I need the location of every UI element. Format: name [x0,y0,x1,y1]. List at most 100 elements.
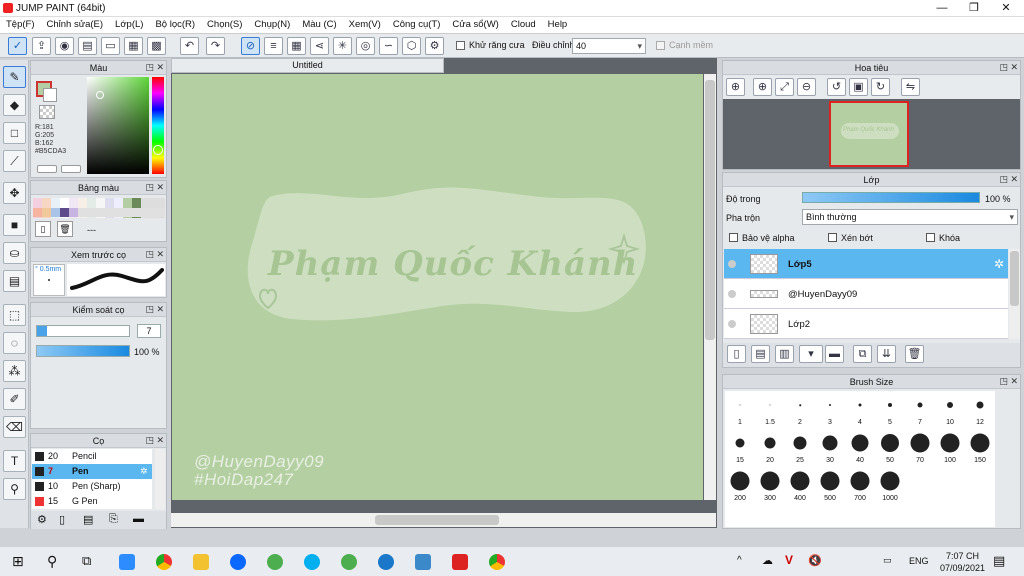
notification-icon[interactable]: ▤ [993,553,1005,569]
curve-icon[interactable]: ∽ [379,37,398,55]
delete-palette-icon[interactable]: 🗑 [57,221,73,237]
panel-close-icon[interactable]: ◳ ✕ [145,249,164,260]
close-button[interactable]: ✕ [990,0,1022,17]
antialias-checkbox[interactable] [456,41,465,50]
zoom-out-icon[interactable]: ⊖ [797,78,816,96]
menu-help[interactable]: Help [542,17,574,33]
brush-size-cell[interactable]: 100 [935,429,965,466]
merge-layer-icon[interactable]: ⇊ [877,345,896,363]
skype-icon[interactable] [304,554,320,570]
radial-icon[interactable]: ✳ [333,37,352,55]
grid-ruler-icon[interactable]: ▦ [287,37,306,55]
layer-opacity-slider[interactable] [802,192,980,203]
canvas-vscrollbar[interactable] [704,74,716,500]
brush-size-cell[interactable]: 300 [755,467,785,504]
delete-layer-icon[interactable]: 🗑 [905,345,924,363]
brush-size-cell[interactable]: 150 [965,429,995,466]
reset-icon[interactable]: ▣ [849,78,868,96]
polygon-icon[interactable]: ⬡ [402,37,421,55]
chrome-icon[interactable] [156,554,172,570]
rect-select-tool-icon[interactable]: □ [3,122,26,144]
folder-icon[interactable]: ▬ [825,345,844,363]
brush-size-cell[interactable]: 7 [905,391,935,428]
select-eraser-icon[interactable]: ⌫ [3,416,26,438]
select-pen-icon[interactable]: ✐ [3,388,26,410]
brush-size-cell[interactable]: 40 [845,429,875,466]
menu-view[interactable]: Xem(V) [343,17,387,33]
brush-size-cell[interactable]: 25 [785,429,815,466]
palette-menu[interactable]: --- [87,225,96,235]
restore-button[interactable]: ❐ [958,0,990,17]
app-icon[interactable] [267,554,283,570]
panel-close-icon[interactable]: ◳ ✕ [145,62,164,73]
gradient-tool-icon[interactable]: ▤ [3,270,26,292]
new-layer-8bit-icon[interactable]: ▤ [751,345,770,363]
magic-wand-icon[interactable]: ⁂ [3,360,26,382]
lasso-tool-icon[interactable]: ◌ [3,332,26,354]
copy-brush-icon[interactable]: ⎘ [109,513,118,526]
network-icon[interactable]: ▭ [883,555,892,566]
visibility-icon[interactable] [728,290,736,298]
panel-close-icon[interactable]: ◳ ✕ [999,174,1018,185]
zoom-in-icon[interactable]: ⊕ [726,78,745,96]
layer-row[interactable]: Lớp2 [724,309,1008,339]
zoom-in-2-icon[interactable]: ⊕ [753,78,772,96]
menu-capture[interactable]: Chụp(N) [248,17,296,33]
navigator-view[interactable]: Phạm Quốc Khánh [723,99,1020,169]
panel-close-icon[interactable]: ◳ ✕ [999,376,1018,387]
rotate-left-icon[interactable]: ↺ [827,78,846,96]
concentric-icon[interactable]: ◎ [356,37,375,55]
panel-close-icon[interactable]: ◳ ✕ [999,62,1018,73]
layer-scrollbar[interactable] [1009,249,1020,339]
menu-tools[interactable]: Công cụ(T) [387,17,447,33]
menu-cloud[interactable]: Cloud [505,17,542,33]
navigator-thumbnail[interactable]: Phạm Quốc Khánh [829,101,909,167]
brush-size-cell[interactable]: 15 [725,429,755,466]
visibility-icon[interactable] [728,260,736,268]
chevron-up-icon[interactable]: ^ [737,555,742,566]
folder-icon[interactable]: ▬ [133,513,144,525]
new-layer-1bit-icon[interactable]: ▥ [775,345,794,363]
export-icon[interactable]: ⇪ [32,37,51,55]
brush-item-selected[interactable]: 7 Pen ✲ [32,464,152,479]
new-layer-icon[interactable]: ▯ [727,345,746,363]
brush-tool-icon[interactable]: ✎ [3,66,26,88]
brush-size-cell[interactable]: 1 [725,391,755,428]
clock[interactable]: 7:07 CH 07/09/2021 [940,550,985,574]
brush-list-scrollbar[interactable] [155,449,165,509]
redo-icon[interactable]: ↷ [206,37,225,55]
color-picker-cursor[interactable] [96,91,104,99]
menu-file[interactable]: Tệp(F) [0,17,41,33]
menu-filter[interactable]: Bộ lọc(R) [149,17,201,33]
rotate-right-icon[interactable]: ↻ [871,78,890,96]
minimize-button[interactable]: — [926,0,958,17]
clip-checkbox[interactable] [828,233,837,242]
panel-close-icon[interactable]: ◳ ✕ [145,435,164,446]
fit-icon[interactable]: ⤢ [775,78,794,96]
adjust-input[interactable]: 40 ▾ [572,38,646,54]
perspective-icon[interactable]: ⋖ [310,37,329,55]
hue-slider-handle[interactable] [153,145,163,155]
size-slider[interactable] [36,325,130,337]
fill-rect-tool-icon[interactable]: ■ [3,214,26,236]
zalo-icon[interactable] [230,554,246,570]
app-icon[interactable] [415,554,431,570]
brush-size-cell[interactable]: 500 [815,467,845,504]
comment-icon[interactable]: ◉ [55,37,74,55]
volume-muted-icon[interactable]: 🔇 [808,554,822,567]
gear-icon[interactable]: ✲ [994,257,1004,271]
duplicate-layer-icon[interactable]: ⧉ [853,345,872,363]
size-input[interactable]: 7 [137,324,161,338]
brush-size-cell[interactable]: 1.5 [755,391,785,428]
brush-item[interactable]: 10 Pen (Sharp) [32,479,152,494]
brush-size-cell[interactable]: 5 [875,391,905,428]
visibility-icon[interactable] [728,320,736,328]
menu-color[interactable]: Màu (C) [296,17,342,33]
opacity-slider[interactable] [36,345,130,357]
panel-close-icon[interactable]: ◳ ✕ [145,182,164,193]
layer-menu-icon[interactable]: ▾ [799,345,823,363]
bucket-tool-icon[interactable]: ⛀ [3,242,26,264]
task-view-icon[interactable]: ⧉ [82,553,91,569]
brush-size-cell[interactable]: 30 [815,429,845,466]
file-explorer-icon[interactable] [193,554,209,570]
